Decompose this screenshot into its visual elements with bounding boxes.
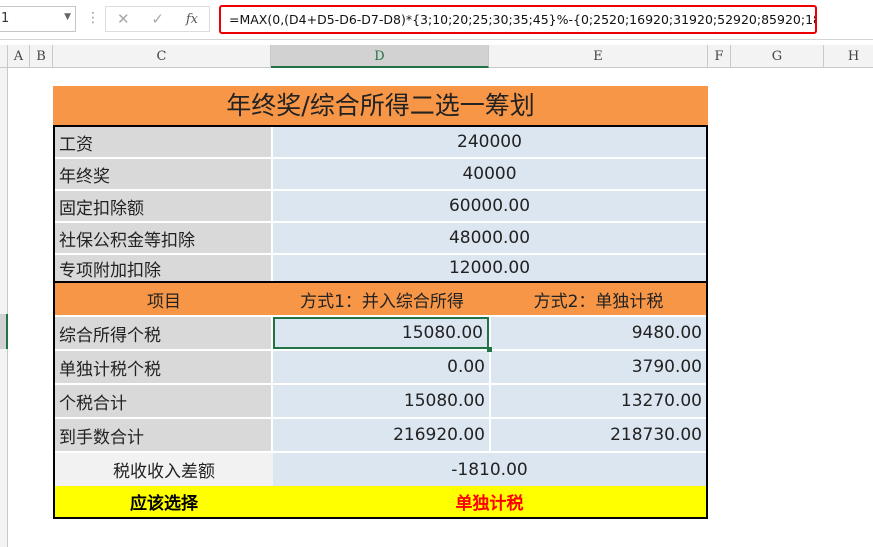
input-label[interactable]: 专项附加扣除	[55, 255, 271, 281]
row-m1[interactable]: 0.00	[273, 351, 489, 383]
diff-label[interactable]: 税收收入差额	[55, 453, 273, 486]
column-header-g[interactable]: G	[731, 45, 824, 68]
header-method2[interactable]: 方式2：单独计税	[491, 283, 706, 315]
row-m2[interactable]: 13270.00	[491, 385, 706, 417]
name-box-value: 1	[1, 11, 10, 26]
selected-row-header[interactable]	[0, 314, 8, 349]
header-item[interactable]: 项目	[55, 283, 273, 315]
row-m1[interactable]: 15080.00	[273, 385, 489, 417]
column-header-f[interactable]: F	[708, 45, 731, 68]
row-label[interactable]: 个税合计	[55, 385, 271, 417]
row-m2[interactable]: 9480.00	[491, 317, 706, 349]
fill-handle[interactable]	[487, 347, 492, 352]
formula-buttons: ✕ ✓ fx	[105, 6, 210, 32]
input-label[interactable]: 年终奖	[55, 159, 271, 189]
row-m1-selected[interactable]: 15080.00	[273, 317, 489, 349]
name-box[interactable]: 1 ▼	[0, 6, 76, 32]
choice-value[interactable]: 单独计税	[273, 486, 706, 517]
choice-label[interactable]: 应该选择	[55, 486, 273, 517]
column-header-d[interactable]: D	[271, 45, 489, 68]
formula-input[interactable]: =MAX(0,(D4+D5-D6-D7-D8)*{3;10;20;25;30;3…	[219, 5, 817, 34]
input-label[interactable]: 固定扣除额	[55, 191, 271, 221]
column-header-a[interactable]: A	[8, 45, 30, 68]
cancel-icon[interactable]: ✕	[117, 10, 130, 28]
header-method1[interactable]: 方式1：并入综合所得	[273, 283, 491, 315]
input-label[interactable]: 社保公积金等扣除	[55, 223, 271, 253]
drag-handle-icon[interactable]: ⋮	[86, 10, 100, 26]
row-m2[interactable]: 3790.00	[491, 351, 706, 383]
column-header-c[interactable]: C	[53, 45, 271, 68]
insert-function-icon[interactable]: fx	[186, 12, 198, 27]
tax-table: 工资 240000 年终奖 40000 固定扣除额 60000.00 社保公积金…	[53, 125, 708, 519]
input-value[interactable]: 40000	[273, 159, 706, 189]
input-label[interactable]: 工资	[55, 127, 271, 157]
diff-value[interactable]: -1810.00	[273, 453, 706, 486]
enter-icon[interactable]: ✓	[151, 10, 164, 28]
formula-bar: 1 ▼ ⋮ ✕ ✓ fx =MAX(0,(D4+D5-D6-D7-D8)*{3;1…	[0, 0, 873, 40]
input-value[interactable]: 48000.00	[273, 223, 706, 253]
input-value[interactable]: 60000.00	[273, 191, 706, 221]
row-m1[interactable]: 216920.00	[273, 419, 489, 451]
row-label[interactable]: 单独计税个税	[55, 351, 271, 383]
input-value[interactable]: 240000	[273, 127, 706, 157]
chevron-down-icon[interactable]: ▼	[64, 12, 71, 22]
row-headers[interactable]	[0, 68, 8, 547]
column-headers: A B C D E F G H	[0, 45, 873, 68]
sheet-title[interactable]: 年终奖/综合所得二选一筹划	[53, 86, 708, 126]
row-label[interactable]: 到手数合计	[55, 419, 271, 451]
select-all[interactable]	[0, 45, 8, 68]
row-label[interactable]: 综合所得个税	[55, 317, 271, 349]
column-header-h[interactable]: H	[824, 45, 873, 68]
column-header-b[interactable]: B	[30, 45, 53, 68]
column-header-e[interactable]: E	[489, 45, 708, 68]
row-m2[interactable]: 218730.00	[491, 419, 706, 451]
input-value[interactable]: 12000.00	[273, 255, 706, 281]
